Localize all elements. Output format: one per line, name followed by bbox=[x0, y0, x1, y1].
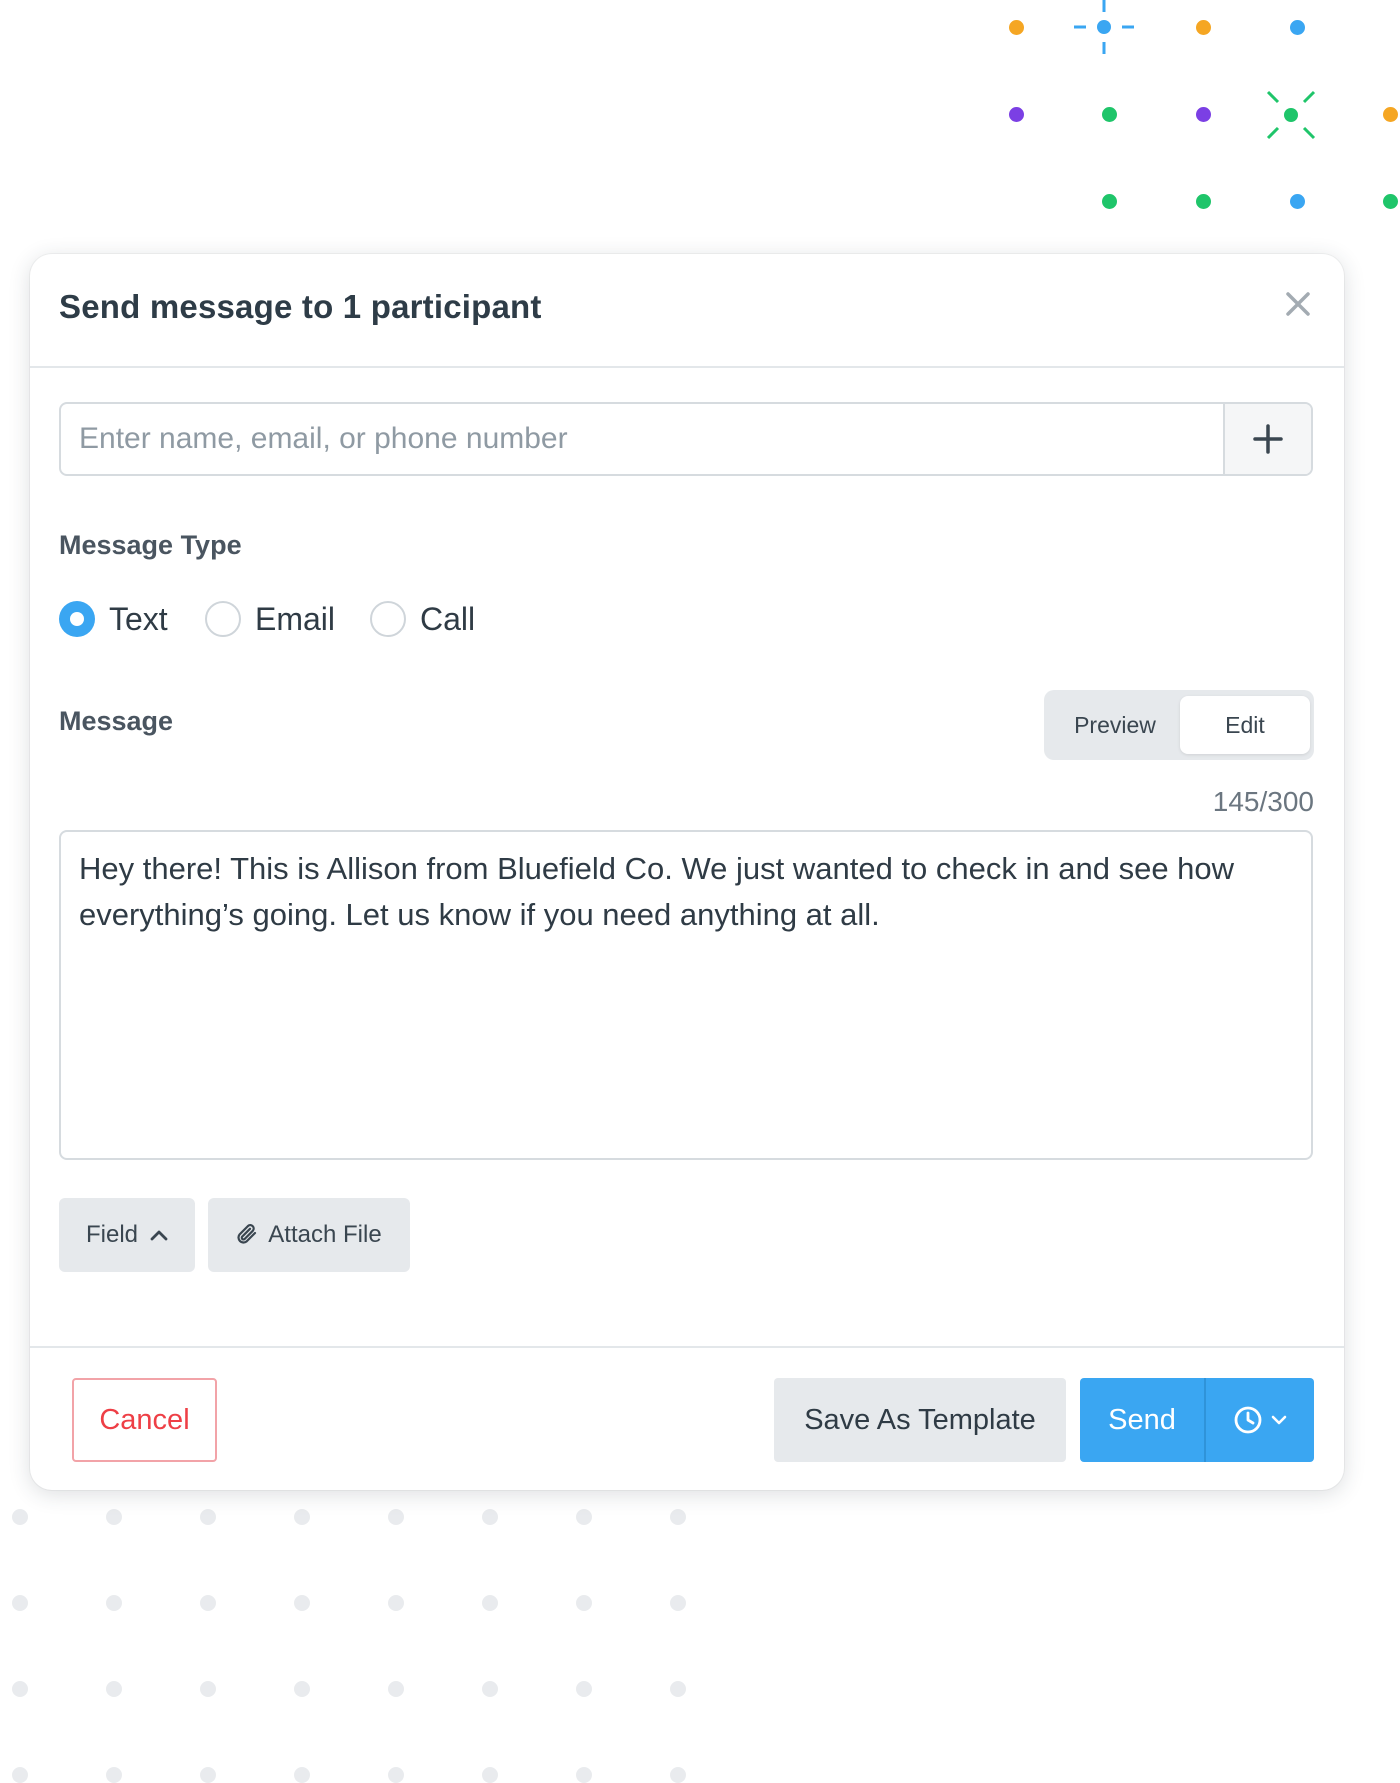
decor-dot bbox=[1102, 194, 1117, 209]
decor-grey-dot bbox=[482, 1509, 498, 1525]
cancel-button[interactable]: Cancel bbox=[72, 1378, 217, 1462]
decor-grey-dot bbox=[388, 1509, 404, 1525]
add-recipient-button[interactable] bbox=[1223, 404, 1311, 474]
decor-grey-dot bbox=[200, 1509, 216, 1525]
decor-grey-dot bbox=[482, 1595, 498, 1611]
decor-grey-dot bbox=[670, 1509, 686, 1525]
schedule-send-button[interactable] bbox=[1204, 1378, 1314, 1462]
decor-grey-dot bbox=[482, 1681, 498, 1697]
decor-dot bbox=[1290, 194, 1305, 209]
character-count: 145/300 bbox=[1212, 786, 1314, 817]
radio-email[interactable]: Email bbox=[205, 598, 335, 640]
decor-grey-dot bbox=[576, 1595, 592, 1611]
blue-sparkle-icon bbox=[1074, 0, 1134, 54]
footer-divider bbox=[30, 1346, 1344, 1348]
decor-dot bbox=[1196, 20, 1211, 35]
close-button[interactable] bbox=[1282, 288, 1314, 320]
plus-icon bbox=[1253, 424, 1283, 454]
decor-dot bbox=[1290, 20, 1305, 35]
radio-label: Email bbox=[255, 600, 336, 637]
decor-grey-dot bbox=[200, 1681, 216, 1697]
decor-dot bbox=[1102, 107, 1117, 122]
message-label: Message bbox=[59, 706, 174, 736]
send-message-modal: Send message to 1 participant Message Ty… bbox=[30, 254, 1344, 1490]
decor-grey-dot bbox=[576, 1509, 592, 1525]
radio-text[interactable]: Text bbox=[59, 598, 168, 640]
decor-dot bbox=[1196, 107, 1211, 122]
decor-grey-dot bbox=[388, 1681, 404, 1697]
preview-tab[interactable]: Preview bbox=[1050, 696, 1180, 754]
preview-edit-toggle: Preview Edit bbox=[1044, 690, 1314, 760]
field-label: Field bbox=[85, 1221, 139, 1248]
decor-grey-dot bbox=[294, 1509, 310, 1525]
field-button[interactable]: Field bbox=[59, 1198, 195, 1272]
attach-file-label: Attach File bbox=[268, 1221, 382, 1248]
green-sparkle-icon bbox=[1266, 90, 1316, 140]
decor-grey-dot bbox=[388, 1595, 404, 1611]
decor-grey-dot bbox=[12, 1509, 28, 1525]
attach-file-button[interactable]: Attach File bbox=[208, 1198, 410, 1272]
radio-label: Text bbox=[109, 600, 168, 637]
recipient-field bbox=[59, 402, 1313, 476]
decor-grey-dot bbox=[200, 1595, 216, 1611]
chevron-up-icon bbox=[150, 1230, 168, 1241]
decor-dot bbox=[1009, 20, 1024, 35]
decor-dot bbox=[1383, 107, 1398, 122]
radio-label: Call bbox=[420, 600, 476, 637]
decor-dot bbox=[1009, 107, 1024, 122]
decor-grey-dot bbox=[12, 1681, 28, 1697]
radio-button-checked[interactable] bbox=[59, 601, 95, 637]
decor-grey-dot bbox=[294, 1681, 310, 1697]
decor-grey-dot bbox=[12, 1595, 28, 1611]
radio-call[interactable]: Call bbox=[370, 598, 475, 640]
decor-dot bbox=[1196, 194, 1211, 209]
message-textarea[interactable]: Hey there! This is Allison from Bluefiel… bbox=[59, 830, 1313, 1160]
radio-button[interactable] bbox=[205, 601, 241, 637]
message-type-label: Message Type bbox=[59, 530, 242, 560]
decor-grey-dot bbox=[106, 1681, 122, 1697]
paperclip-icon bbox=[237, 1224, 257, 1244]
close-icon bbox=[1286, 292, 1310, 316]
decor-grey-dot bbox=[106, 1509, 122, 1525]
send-button[interactable]: Send bbox=[1080, 1378, 1204, 1462]
save-as-template-button[interactable]: Save As Template bbox=[774, 1378, 1066, 1462]
decor-grey-dot bbox=[294, 1595, 310, 1611]
modal-title: Send message to 1 participant bbox=[59, 288, 542, 325]
radio-button[interactable] bbox=[370, 601, 406, 637]
edit-tab[interactable]: Edit bbox=[1180, 696, 1310, 754]
decor-grey-dot bbox=[670, 1681, 686, 1697]
chevron-down-icon bbox=[1271, 1415, 1287, 1425]
decor-grey-dot bbox=[670, 1595, 686, 1611]
decor-grey-dot bbox=[106, 1595, 122, 1611]
clock-icon bbox=[1234, 1406, 1262, 1434]
modal-header: Send message to 1 participant bbox=[30, 254, 1344, 368]
decor-grey-dot bbox=[576, 1681, 592, 1697]
recipient-input[interactable] bbox=[61, 404, 1221, 474]
decor-dot bbox=[1383, 194, 1398, 209]
